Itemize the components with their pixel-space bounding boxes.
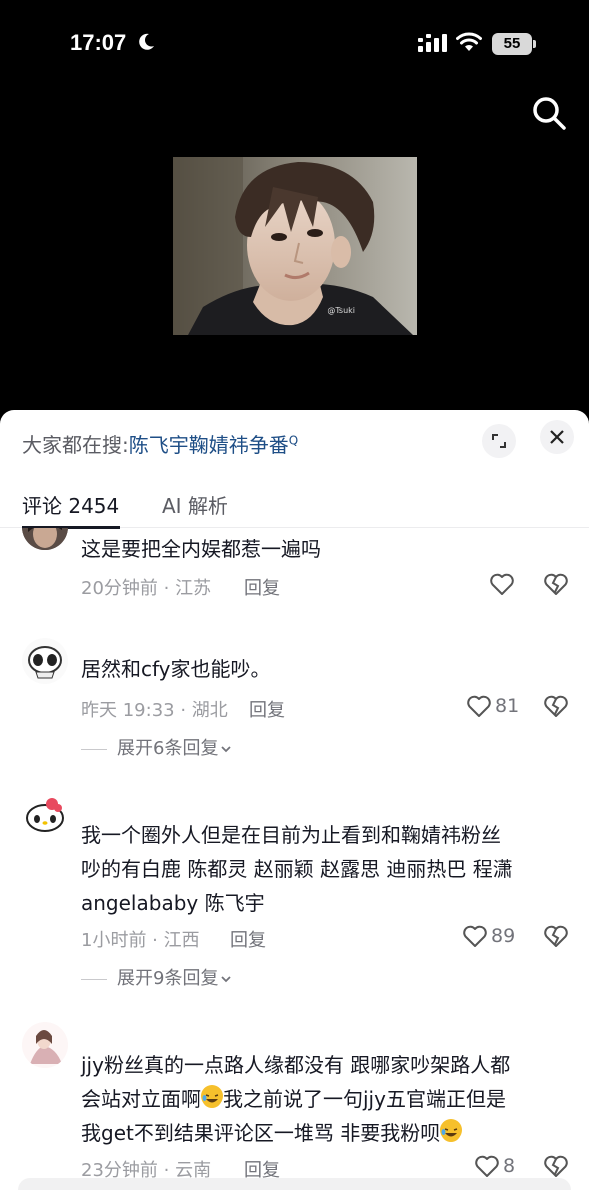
- comment-list[interactable]: 这是要把全内娱都惹一遍吗 20分钟前 · 江苏 回复 居然和cfy家也能吵。 昨…: [0, 528, 589, 1190]
- expand-replies-label: 展开6条回复: [117, 738, 219, 759]
- trending-search-query[interactable]: 陈飞宇鞠婧祎争番: [129, 433, 289, 457]
- reply-button[interactable]: 回复: [249, 696, 285, 722]
- laughing-crying-emoji-icon: [440, 1119, 463, 1142]
- comment-line: 我get不到结果评论区一堆骂 非要我粉呗: [81, 1116, 561, 1150]
- video-thumbnail[interactable]: @Tsuki: [173, 157, 417, 335]
- comment-line: 会站对立面啊 我之前说了一句jjy五官端正但是: [81, 1082, 561, 1116]
- photo-watermark: @Tsuki: [327, 306, 355, 315]
- expand-replies-label: 展开9条回复: [117, 968, 219, 989]
- comment-segment: 我之前说了一句jjy五官端正但是: [223, 1087, 506, 1111]
- comment-meta: 1小时前 · 江西: [81, 930, 200, 951]
- tab-comments[interactable]: 评论 2454: [22, 490, 119, 519]
- laughing-crying-emoji-icon: [201, 1085, 223, 1108]
- comment-tabs: 评论 2454 AI 解析: [0, 480, 589, 529]
- avatar[interactable]: [22, 528, 68, 550]
- comment-line: 吵的有白鹿 陈都灵 赵丽颖 赵露思 迪丽热巴 程潇: [81, 857, 513, 881]
- like-count: 8: [503, 1155, 516, 1177]
- search-query-mark: Q: [288, 433, 299, 448]
- close-icon[interactable]: [540, 420, 574, 454]
- search-icon[interactable]: [530, 94, 568, 132]
- broken-heart-icon[interactable]: [543, 694, 569, 718]
- comment-line: angelababy 陈飞宇: [81, 891, 265, 915]
- avatar[interactable]: [22, 1022, 68, 1068]
- trending-search[interactable]: 大家都在搜:陈飞宇鞠婧祎争番Q: [22, 429, 298, 459]
- wifi-icon: [456, 32, 482, 51]
- tab-ai-analysis[interactable]: AI 解析: [162, 490, 228, 519]
- heart-icon[interactable]: [489, 572, 515, 596]
- chevron-down-icon: [221, 976, 232, 983]
- cellular-signal-icon: [418, 34, 447, 52]
- comment-input-bar[interactable]: [18, 1178, 571, 1190]
- chevron-down-icon: [221, 746, 232, 753]
- like-count: 89: [491, 925, 516, 947]
- portrait-image: [173, 157, 417, 335]
- like-count: 81: [495, 695, 520, 717]
- avatar[interactable]: [22, 792, 68, 838]
- broken-heart-icon[interactable]: [543, 1154, 569, 1178]
- comment-text: 居然和cfy家也能吵。: [81, 657, 271, 681]
- comment-line: jjy粉丝真的一点路人缘都没有 跟哪家吵架路人都: [81, 1053, 511, 1077]
- comment-sheet: 大家都在搜:陈飞宇鞠婧祎争番Q 评论 2454 AI 解析 这是要把全内娱都惹一…: [0, 410, 589, 1190]
- avatar[interactable]: [22, 638, 68, 684]
- expand-replies-button[interactable]: 展开6条回复: [81, 734, 232, 760]
- status-time: 17:07: [70, 30, 127, 55]
- heart-icon[interactable]: [462, 924, 488, 948]
- reply-button[interactable]: 回复: [244, 574, 280, 600]
- comment-text: 我一个圈外人但是在目前为止看到和鞠婧祎粉丝 吵的有白鹿 陈都灵 赵丽颖 赵露思 …: [81, 818, 561, 920]
- battery-indicator: 55: [492, 33, 536, 55]
- comment-meta: 20分钟前 · 江苏: [81, 578, 212, 599]
- comment-segment: 我get不到结果评论区一堆骂 非要我粉呗: [81, 1121, 441, 1145]
- comment-meta: 昨天 19:33 · 湖北: [81, 700, 228, 721]
- status-bar: 17:07 55: [0, 0, 589, 88]
- comment-line: 我一个圈外人但是在目前为止看到和鞠婧祎粉丝: [81, 823, 501, 847]
- heart-icon[interactable]: [466, 694, 492, 718]
- comment-text: 这是要把全内娱都惹一遍吗: [81, 537, 321, 561]
- broken-heart-icon[interactable]: [543, 572, 569, 596]
- broken-heart-icon[interactable]: [543, 924, 569, 948]
- expand-sheet-button[interactable]: [482, 424, 516, 458]
- comment-text: jjy粉丝真的一点路人缘都没有 跟哪家吵架路人都 会站对立面啊 我之前说了一句jj…: [81, 1048, 561, 1150]
- reply-button[interactable]: 回复: [230, 926, 266, 952]
- trending-search-prefix: 大家都在搜:: [22, 433, 129, 457]
- battery-level: 55: [503, 35, 521, 52]
- comment-segment: 会站对立面啊: [81, 1087, 201, 1111]
- expand-replies-button[interactable]: 展开9条回复: [81, 964, 232, 990]
- moon-icon: [139, 33, 154, 50]
- heart-icon[interactable]: [474, 1154, 500, 1178]
